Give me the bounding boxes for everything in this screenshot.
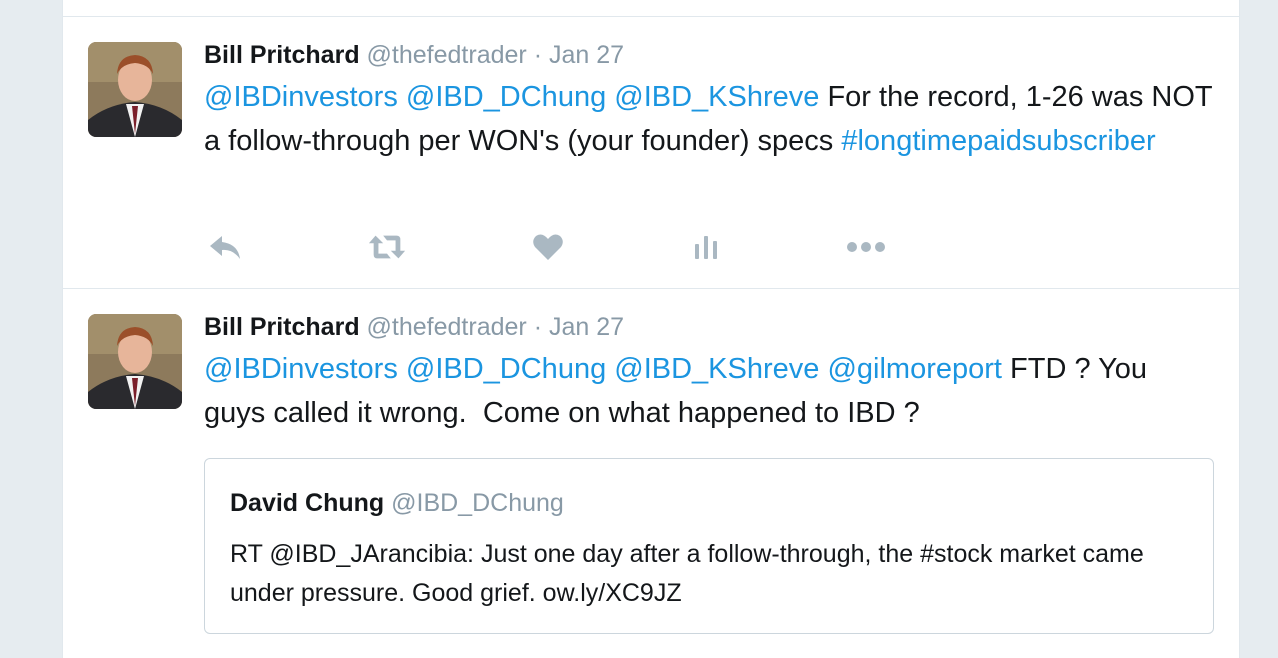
reply-icon: [210, 236, 240, 259]
hashtag-link[interactable]: #longtimepaidsubscriber: [841, 125, 1155, 157]
analytics-button[interactable]: [686, 229, 726, 265]
mention-link[interactable]: @IBD_DChung: [406, 353, 606, 385]
retweet-icon: [368, 235, 406, 259]
tweet[interactable]: Bill Pritchard @thefedtrader · Jan 27 @I…: [63, 17, 1239, 289]
mention-link[interactable]: @gilmoreport: [827, 353, 1002, 385]
tweet-actions: [204, 229, 904, 265]
tweet-text: @IBDinvestors @IBD_DChung @IBD_KShreve @…: [204, 347, 1215, 435]
tweet[interactable]: Bill Pritchard @thefedtrader · Jan 27 @I…: [63, 289, 1239, 658]
tweet-timestamp[interactable]: Jan 27: [549, 41, 624, 69]
avatar-image: [88, 42, 182, 137]
quoted-screen-name: @IBD_DChung: [391, 489, 564, 517]
text-segment: [398, 81, 406, 113]
quoted-tweet-text: RT @IBD_JArancibia: Just one day after a…: [230, 540, 1144, 607]
mention-link[interactable]: @IBDinvestors: [204, 353, 398, 385]
tweet-content: Bill Pritchard @thefedtrader · Jan 27 @I…: [204, 39, 1215, 163]
tweet-content: Bill Pritchard @thefedtrader · Jan 27 @I…: [204, 311, 1215, 435]
tweet-header: Bill Pritchard @thefedtrader · Jan 27: [204, 39, 1215, 71]
like-icon: [533, 234, 563, 260]
more-button[interactable]: [846, 229, 886, 265]
tweet-text: @IBDinvestors @IBD_DChung @IBD_KShreve F…: [204, 75, 1215, 163]
like-button[interactable]: [528, 229, 568, 265]
mention-link[interactable]: @IBD_DChung: [406, 81, 606, 113]
tweet-header: Bill Pritchard @thefedtrader · Jan 27: [204, 311, 1215, 343]
mention-link[interactable]: @IBD_KShreve: [614, 353, 819, 385]
screen-name[interactable]: @thefedtrader: [367, 313, 527, 341]
quoted-tweet[interactable]: David Chung @IBD_DChung RT @IBD_JArancib…: [204, 458, 1214, 634]
mention-link[interactable]: @IBDinvestors: [204, 81, 398, 113]
text-segment: [398, 353, 406, 385]
avatar-image: [88, 314, 182, 409]
more-icon: [847, 242, 885, 252]
separator-dot: ·: [533, 313, 543, 341]
screen-name[interactable]: @thefedtrader: [367, 41, 527, 69]
quoted-tweet-header: David Chung @IBD_DChung: [230, 487, 564, 519]
author-name[interactable]: Bill Pritchard: [204, 41, 360, 69]
separator-dot: ·: [533, 41, 543, 69]
avatar[interactable]: [88, 42, 182, 137]
reply-button[interactable]: [205, 229, 245, 265]
avatar[interactable]: [88, 314, 182, 409]
retweet-button[interactable]: [367, 229, 407, 265]
author-name[interactable]: Bill Pritchard: [204, 313, 360, 341]
mention-link[interactable]: @IBD_KShreve: [614, 81, 819, 113]
quoted-author-name: David Chung: [230, 489, 385, 517]
tweet-timestamp[interactable]: Jan 27: [549, 313, 624, 341]
analytics-icon: [695, 236, 717, 259]
timeline: Bill Pritchard @thefedtrader · Jan 27 @I…: [62, 0, 1240, 658]
